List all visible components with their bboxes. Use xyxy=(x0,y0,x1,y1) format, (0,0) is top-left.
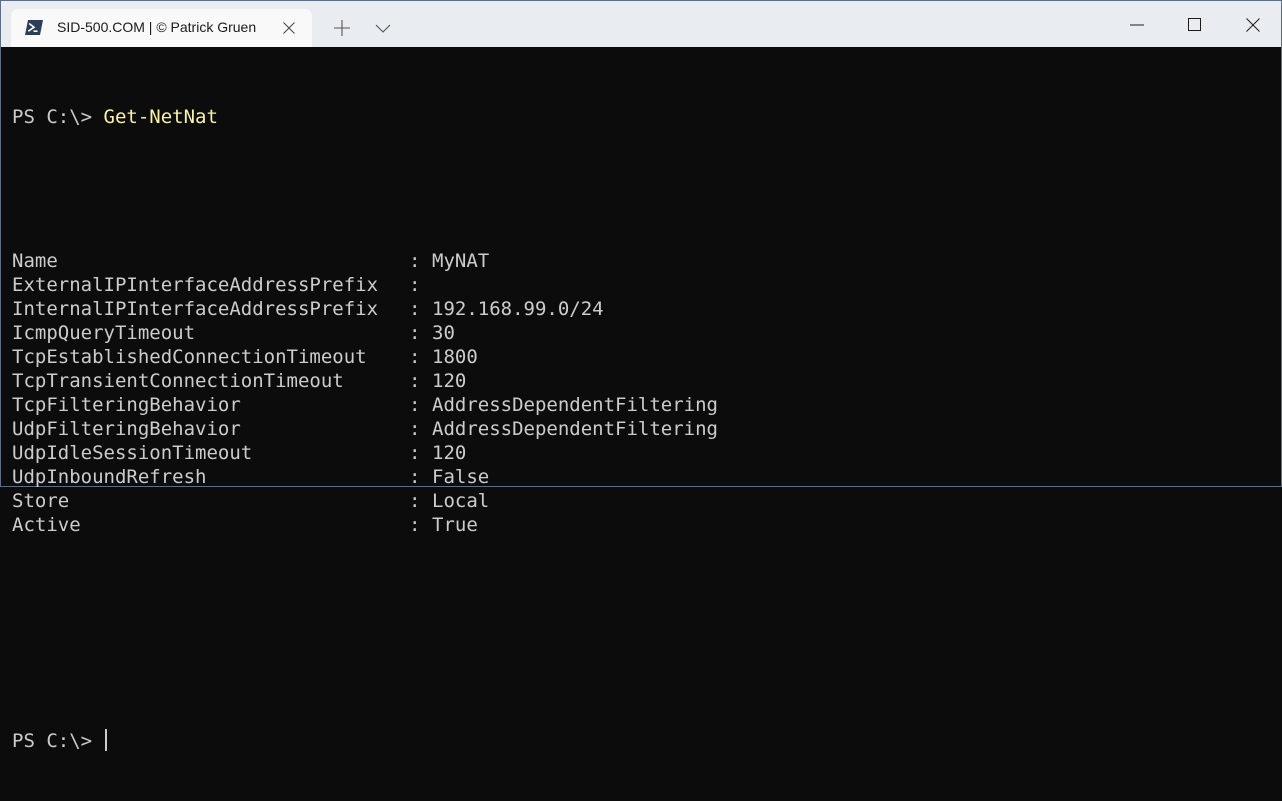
close-button[interactable] xyxy=(1224,1,1282,47)
new-tab-icon[interactable] xyxy=(329,17,355,39)
tab-title: SID-500.COM | © Patrick Gruen xyxy=(57,19,257,35)
property-separator: : xyxy=(409,466,421,488)
command-text: Get-NetNat xyxy=(103,106,218,128)
property-separator: : xyxy=(409,322,421,344)
property-row: UdpIdleSessionTimeout:120 xyxy=(12,441,718,465)
property-separator: : xyxy=(409,274,421,296)
property-name: InternalIPInterfaceAddressPrefix xyxy=(12,298,379,320)
prompt: PS C:\> xyxy=(12,730,104,752)
property-value: 1800 xyxy=(432,346,478,368)
property-value: AddressDependentFiltering xyxy=(432,418,718,440)
close-icon xyxy=(1246,18,1260,32)
property-row: TcpFilteringBehavior: AddressDependentFil… xyxy=(12,393,718,417)
property-separator: : xyxy=(409,370,421,392)
property-name: IcmpQueryTimeout xyxy=(12,322,196,344)
tab-powershell[interactable]: SID-500.COM | © Patrick Gruen xyxy=(11,9,312,47)
property-name: UdpIdleSessionTimeout xyxy=(12,442,253,464)
property-name: TcpTransientConnectionTimeout xyxy=(12,370,344,392)
property-separator: : xyxy=(409,418,421,440)
property-value: 192.168.99.0/24 xyxy=(432,298,604,320)
title-bar[interactable]: SID-500.COM | © Patrick Gruen xyxy=(1,1,1281,47)
minimize-icon xyxy=(1130,24,1144,26)
property-row: Active: True xyxy=(12,513,718,537)
property-row: Store: Local xyxy=(12,489,718,513)
property-name: Store xyxy=(12,490,70,512)
property-row: TcpTransientConnectionTimeout:120 xyxy=(12,369,718,393)
maximize-button[interactable] xyxy=(1166,1,1224,47)
property-row: ExternalIPInterfaceAddressPrefix: xyxy=(12,273,718,297)
property-row: IcmpQueryTimeout:30 xyxy=(12,321,718,345)
property-row: UdpInboundRefresh: False xyxy=(12,465,718,489)
input-line[interactable]: PS C:\> xyxy=(12,729,718,753)
property-row: InternalIPInterfaceAddressPrefix:192.168… xyxy=(12,297,718,321)
property-name: Active xyxy=(12,514,81,536)
chevron-down-icon[interactable] xyxy=(371,18,395,40)
property-name: Name xyxy=(12,250,58,272)
property-name: TcpEstablishedConnectionTimeout xyxy=(12,346,367,368)
property-separator: : xyxy=(409,346,421,368)
property-separator: : xyxy=(409,442,421,464)
property-row: UdpFilteringBehavior: AddressDependentFil… xyxy=(12,417,718,441)
property-separator: : xyxy=(409,514,421,536)
property-value: 30 xyxy=(432,322,455,344)
property-name: TcpFilteringBehavior xyxy=(12,394,241,416)
close-tab-icon[interactable] xyxy=(281,20,297,36)
property-name: UdpInboundRefresh xyxy=(12,466,207,488)
powershell-icon xyxy=(25,20,43,35)
property-separator: : xyxy=(409,298,421,320)
maximize-icon xyxy=(1188,18,1201,31)
minimize-button[interactable] xyxy=(1108,1,1166,47)
property-value: 120 xyxy=(432,370,467,392)
property-value: Local xyxy=(432,490,490,512)
property-separator: : xyxy=(409,490,421,512)
property-row: TcpEstablishedConnectionTimeout:1800 xyxy=(12,345,718,369)
property-value: AddressDependentFiltering xyxy=(432,394,718,416)
text-cursor xyxy=(104,729,107,751)
property-row: Name: MyNAT xyxy=(12,249,718,273)
property-value: False xyxy=(432,466,490,488)
console-output[interactable]: PS C:\> Get-NetNat Name: MyNAT ExternalIPI… xyxy=(12,57,718,801)
prompt: PS C:\> xyxy=(12,106,104,128)
terminal-window: SID-500.COM | © Patrick Gruen PS C:\> Ge… xyxy=(0,0,1282,752)
property-value: 120 xyxy=(432,442,467,464)
property-value: True xyxy=(432,514,478,536)
command-line: PS C:\> Get-NetNat xyxy=(12,105,718,129)
property-name: ExternalIPInterfaceAddressPrefix xyxy=(12,274,379,296)
property-separator: : xyxy=(409,394,421,416)
property-separator: : xyxy=(409,250,421,272)
property-list: Name: MyNAT ExternalIPInterfaceAddressPref… xyxy=(12,249,718,537)
property-name: UdpFilteringBehavior xyxy=(12,418,241,440)
property-value: MyNAT xyxy=(432,250,490,272)
